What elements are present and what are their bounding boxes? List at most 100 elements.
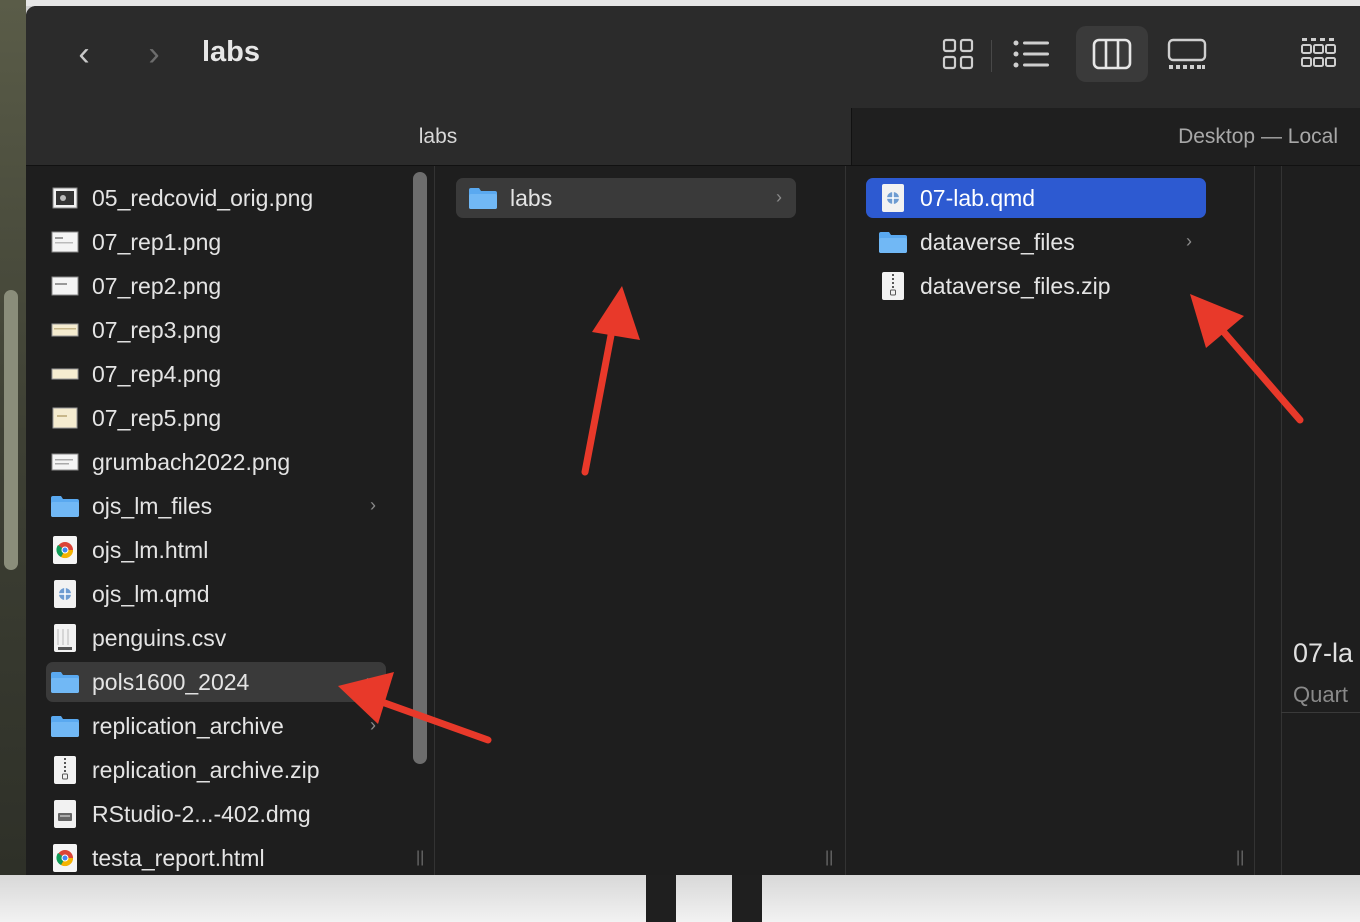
list-item[interactable]: 07_rep3.png (50, 310, 390, 350)
list-item-label: pols1600_2024 (92, 668, 250, 695)
toolbar-separator (991, 40, 992, 72)
list-item[interactable]: 07_rep2.png (50, 266, 390, 306)
chevron-right-icon: › (1186, 231, 1192, 251)
desktop-background-left (0, 0, 26, 875)
list-item[interactable]: dataverse_files.zip (878, 266, 1206, 306)
path-tab-bar: labs Desktop — Local (26, 108, 1360, 166)
column-3: 07-lab.qmd dataverse_files › dataverse_f… (846, 166, 1255, 875)
preview-file-kind: Quart (1293, 682, 1349, 707)
icon-view-button[interactable] (922, 26, 994, 82)
preview-divider (1255, 166, 1282, 875)
image-thumb-icon (50, 227, 80, 257)
list-item-label: 07_rep5.png (92, 404, 222, 431)
column-view-button[interactable] (1076, 26, 1148, 82)
list-item[interactable]: RStudio-2...-402.dmg (50, 794, 390, 834)
list-item[interactable]: 07-lab.qmd (866, 178, 1206, 218)
group-button[interactable] (1300, 26, 1360, 82)
folder-icon (468, 183, 498, 213)
chevron-right-icon: › (370, 715, 376, 735)
tab-desktop-local[interactable]: Desktop — Local (851, 108, 1360, 165)
chevron-right-icon: › (776, 187, 782, 207)
background-block (646, 875, 676, 922)
qmd-document-icon (50, 579, 80, 609)
list-view-button[interactable] (996, 26, 1068, 82)
list-item-label: grumbach2022.png (92, 448, 291, 475)
list-item-label: 07-lab.qmd (920, 184, 1036, 211)
finder-window: ‹ › labs labs Desktop — Local 05_redcovi… (26, 6, 1360, 875)
list-icon (1013, 40, 1049, 68)
zip-document-icon (878, 271, 908, 301)
scrollbar[interactable] (413, 172, 427, 764)
folder-icon (50, 491, 80, 521)
list-item-label: ojs_lm_files (92, 492, 213, 519)
list-item[interactable]: replication_archive › (50, 706, 390, 746)
list-item[interactable]: dataverse_files › (878, 222, 1206, 262)
folder-icon (878, 227, 908, 257)
list-item[interactable]: 07_rep4.png (50, 354, 390, 394)
column-2: labs › || (435, 166, 846, 875)
column-resize-handle[interactable]: || (416, 849, 424, 867)
list-item[interactable]: labs › (456, 178, 796, 218)
list-item[interactable]: penguins.csv (50, 618, 390, 658)
window-title: labs (202, 36, 261, 68)
forward-button[interactable]: › (134, 34, 174, 74)
grid-icon (942, 38, 974, 70)
list-item[interactable]: pols1600_2024 › (46, 662, 386, 702)
list-item[interactable]: ojs_lm_files › (50, 486, 390, 526)
list-item[interactable]: testa_report.html (50, 838, 390, 875)
background-block (732, 875, 762, 922)
chrome-html-icon (50, 535, 80, 565)
columns-icon (1092, 38, 1132, 70)
image-thumb-tan-icon (50, 359, 80, 389)
image-thumb-tan-icon (50, 403, 80, 433)
list-item-label: 07_rep3.png (92, 316, 222, 343)
image-thumb-tan-icon (50, 315, 80, 345)
list-item-label: replication_archive.zip (92, 756, 320, 783)
gallery-icon (1167, 38, 1207, 69)
list-item-label: labs (510, 184, 553, 211)
list-item-label: dataverse_files.zip (920, 272, 1111, 299)
column-1: 05_redcovid_orig.png 07_rep1.png 07_rep2… (26, 166, 435, 875)
list-item-label: dataverse_files (920, 228, 1075, 255)
column-resize-handle[interactable]: || (825, 849, 833, 867)
chrome-html-icon (50, 843, 80, 873)
list-item[interactable]: 07_rep1.png (50, 222, 390, 262)
list-item[interactable]: replication_archive.zip (50, 750, 390, 790)
column-resize-handle[interactable]: || (1236, 849, 1244, 867)
chevron-left-icon: ‹ (78, 35, 90, 73)
gallery-view-button[interactable] (1151, 26, 1223, 82)
preview-separator (1281, 712, 1360, 713)
list-item-label: replication_archive (92, 712, 284, 739)
zip-document-icon (50, 755, 80, 785)
back-button[interactable]: ‹ (64, 34, 104, 74)
image-thumb-icon (50, 447, 80, 477)
background-bottom-area (0, 875, 1360, 922)
list-item-label: 07_rep2.png (92, 272, 222, 299)
background-window-edge (4, 290, 18, 570)
list-item[interactable]: 05_redcovid_orig.png (50, 178, 390, 218)
list-item[interactable]: grumbach2022.png (50, 442, 390, 482)
list-item-label: testa_report.html (92, 844, 265, 871)
chevron-right-icon: › (366, 671, 372, 691)
chevron-right-icon: › (148, 35, 160, 73)
list-item-label: penguins.csv (92, 624, 227, 651)
chevron-right-icon: › (370, 495, 376, 515)
tab-labs[interactable]: labs (26, 108, 850, 165)
toolbar: ‹ › labs (26, 6, 1360, 108)
list-item-label: 07_rep4.png (92, 360, 222, 387)
list-item[interactable]: ojs_lm.html (50, 530, 390, 570)
list-item[interactable]: 07_rep5.png (50, 398, 390, 438)
list-item-label: 07_rep1.png (92, 228, 222, 255)
list-item-label: ojs_lm.html (92, 536, 209, 563)
list-item-label: RStudio-2...-402.dmg (92, 800, 311, 827)
csv-document-icon (50, 623, 80, 653)
list-item[interactable]: ojs_lm.qmd (50, 574, 390, 614)
list-item-label: ojs_lm.qmd (92, 580, 210, 607)
preview-pane: 07-la Quart (1255, 166, 1360, 875)
image-thumb-dark-icon (50, 183, 80, 213)
preview-file-name: 07-la (1293, 638, 1354, 668)
folder-icon (50, 667, 80, 697)
folder-icon (50, 711, 80, 741)
group-icon (1301, 38, 1336, 67)
image-thumb-icon (50, 271, 80, 301)
